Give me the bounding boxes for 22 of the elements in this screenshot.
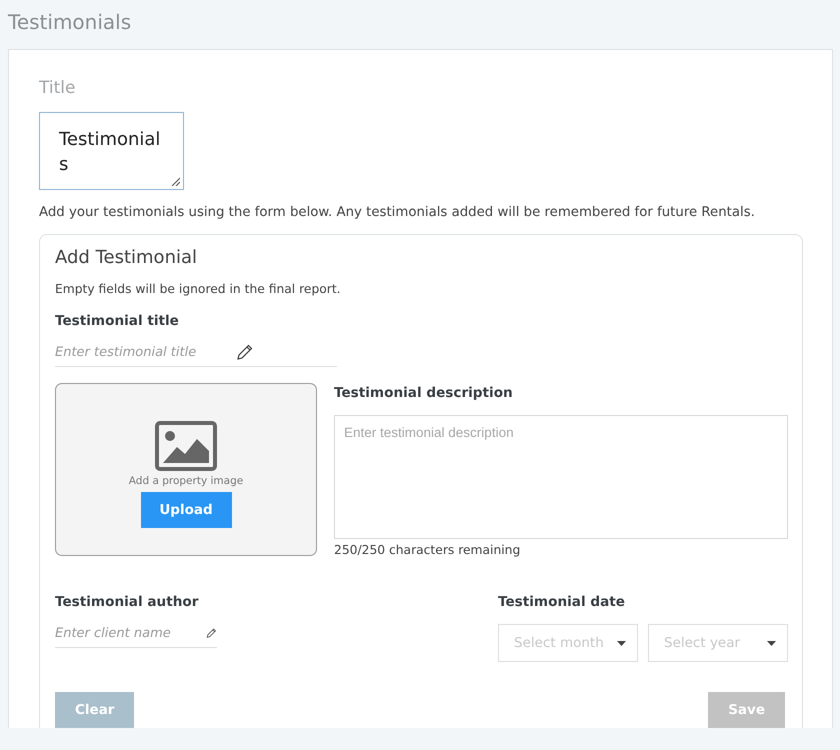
image-icon bbox=[155, 421, 217, 471]
character-counter: 250/250 characters remaining bbox=[334, 543, 522, 557]
upload-button[interactable]: Upload bbox=[140, 492, 232, 528]
page-title: Testimonials bbox=[8, 10, 132, 34]
description-field[interactable]: Enter testimonial description bbox=[334, 415, 788, 539]
intro-text: Add your testimonials using the form below. Any testimonials added will be remembered for future Rentals. bbox=[39, 205, 756, 220]
field-label: Testimonial date bbox=[498, 594, 626, 610]
field-label: Title bbox=[39, 78, 76, 98]
author-input[interactable]: Enter client name bbox=[55, 626, 190, 640]
title-input[interactable]: Enter testimonial title bbox=[55, 344, 220, 360]
card-heading: Add Testimonial bbox=[55, 247, 198, 268]
field-label: Testimonial description bbox=[334, 385, 514, 401]
field-label: Testimonial title bbox=[55, 313, 180, 329]
image-dropzone[interactable]: Add a property image Upload bbox=[55, 383, 317, 556]
pencil-icon[interactable] bbox=[236, 343, 254, 361]
resize-grip-icon[interactable] bbox=[171, 177, 180, 186]
field-label: Testimonial author bbox=[55, 594, 200, 610]
caret-icon bbox=[767, 640, 776, 646]
image-caption: Add a property image bbox=[128, 475, 244, 487]
title-field[interactable]: Testimonials bbox=[39, 112, 184, 190]
caret-icon bbox=[617, 640, 626, 646]
note-text: Empty fields will be ignored in the final report. bbox=[55, 282, 342, 296]
